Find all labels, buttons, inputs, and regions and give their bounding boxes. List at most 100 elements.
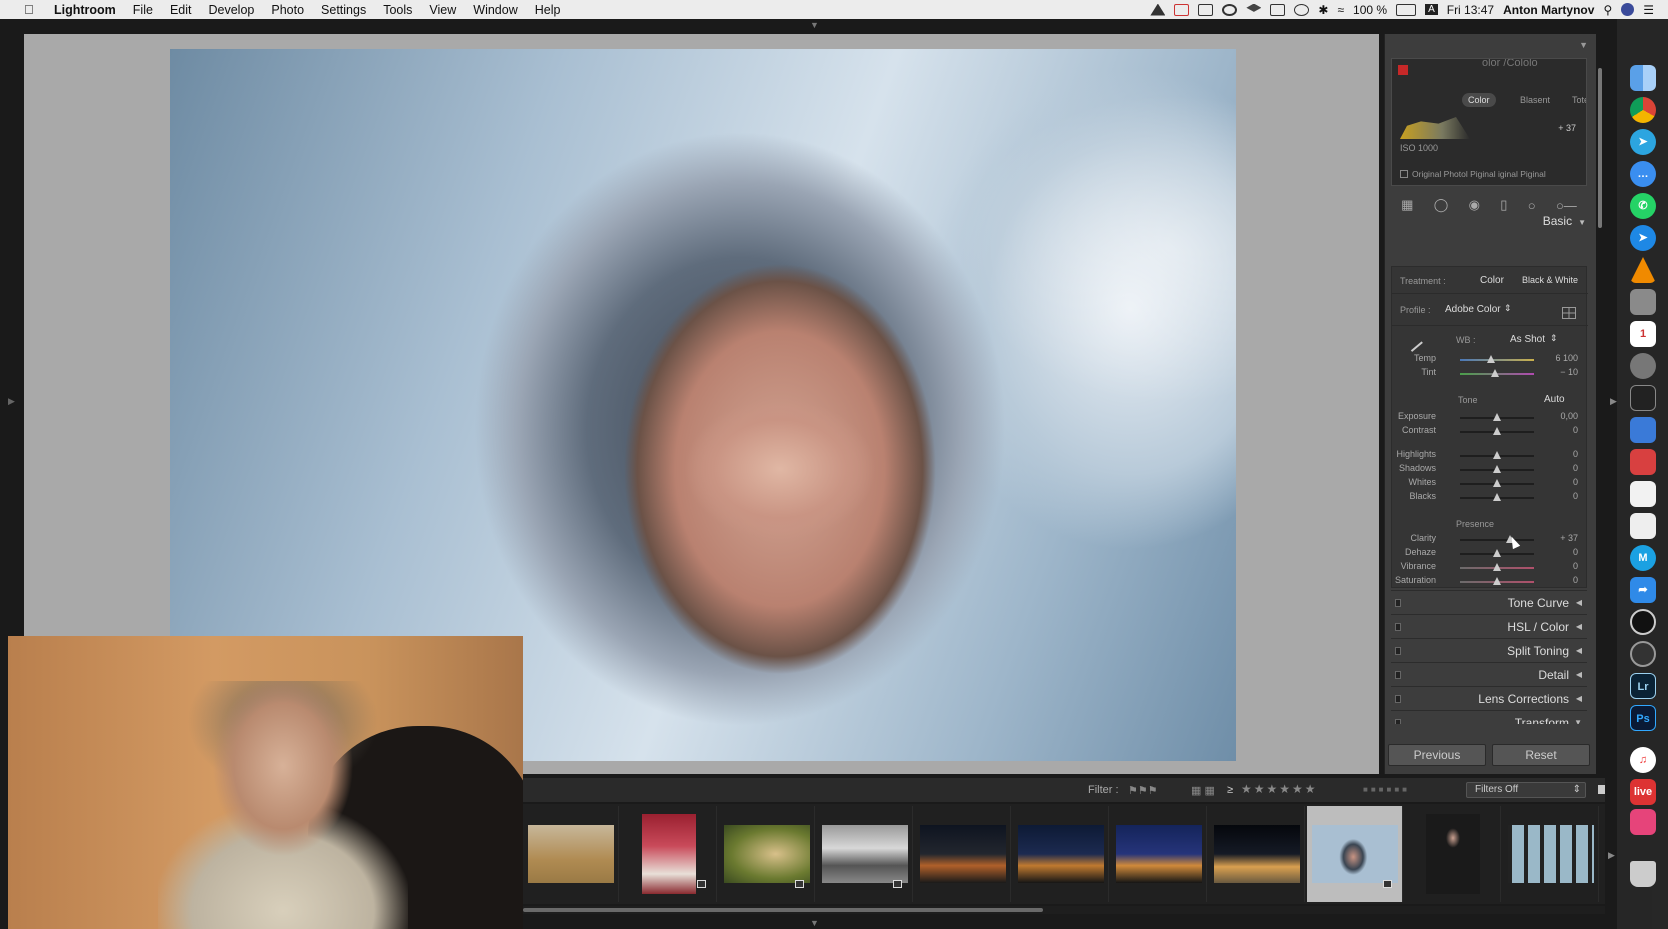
slider-value[interactable]: 0 xyxy=(1573,547,1578,557)
slider-highlights[interactable]: Highlights 0 xyxy=(1392,449,1588,463)
slider-temp[interactable]: Temp 6 100 xyxy=(1392,353,1588,367)
safari-icon[interactable]: ➤ xyxy=(1630,225,1656,251)
mail-app-icon[interactable]: M xyxy=(1630,545,1656,571)
scrollbar-thumb[interactable] xyxy=(1598,68,1602,228)
messages-icon[interactable]: … xyxy=(1630,161,1656,187)
menubar-user[interactable]: Anton Martynov xyxy=(1503,3,1594,17)
wb-dropdown-chevron-icon[interactable]: ⇕ xyxy=(1550,333,1558,344)
menu-develop[interactable]: Develop xyxy=(209,3,255,17)
slider-value[interactable]: 0 xyxy=(1573,477,1578,487)
menu-settings[interactable]: Settings xyxy=(321,3,366,17)
filmstrip-thumbnail[interactable] xyxy=(1209,806,1305,902)
bluetooth-icon[interactable]: ✱ xyxy=(1318,3,1328,17)
slider-thumb[interactable] xyxy=(1487,355,1496,363)
section-toggle-icon[interactable] xyxy=(1395,623,1401,631)
slider-value[interactable]: − 10 xyxy=(1560,367,1578,377)
menu-help[interactable]: Help xyxy=(535,3,561,17)
flag-filter-icon[interactable]: ⚑⚑⚑ xyxy=(1128,784,1158,797)
original-photo-checkbox[interactable]: Original Photol Piginal iginal Piginal xyxy=(1400,169,1546,179)
slider-value[interactable]: 6 100 xyxy=(1555,353,1578,363)
slider-whites[interactable]: Whites 0 xyxy=(1392,477,1588,491)
menu-window[interactable]: Window xyxy=(473,3,517,17)
slider-value[interactable]: + 37 xyxy=(1560,533,1578,543)
menu-view[interactable]: View xyxy=(429,3,456,17)
photo-booth-icon[interactable] xyxy=(1630,449,1656,475)
slider-value[interactable]: 0 xyxy=(1573,463,1578,473)
slider-tint[interactable]: Tint − 10 xyxy=(1392,367,1588,381)
slider-clarity[interactable]: Clarity + 37 xyxy=(1392,533,1588,547)
tone-curve-section[interactable]: Tone Curve ◀ xyxy=(1391,590,1587,614)
slider-vibrance[interactable]: Vibrance 0 xyxy=(1392,561,1588,575)
section-toggle-icon[interactable] xyxy=(1395,719,1401,724)
filmstrip-thumbnail[interactable] xyxy=(1405,806,1501,902)
split-toning-section[interactable]: Split Toning ◀ xyxy=(1391,638,1587,662)
filmstrip-thumbnail[interactable] xyxy=(1111,806,1207,902)
notes-app-icon[interactable] xyxy=(1630,289,1656,315)
slider-value[interactable]: 0,00 xyxy=(1560,411,1578,421)
filmstrip-thumbnail[interactable] xyxy=(817,806,913,902)
apple-menu-icon[interactable]:  xyxy=(24,2,44,17)
slider-thumb[interactable] xyxy=(1493,577,1501,585)
itunes-icon[interactable]: ♫ xyxy=(1630,747,1656,773)
spot-removal-icon[interactable]: ◯ xyxy=(1434,197,1449,213)
display-icon[interactable] xyxy=(1198,3,1214,16)
finder-icon[interactable] xyxy=(1630,65,1656,91)
slider-thumb[interactable] xyxy=(1493,451,1501,459)
keynote-icon[interactable] xyxy=(1630,417,1656,443)
slider-thumb[interactable] xyxy=(1493,465,1501,473)
section-toggle-icon[interactable] xyxy=(1395,647,1401,655)
chrome-icon[interactable] xyxy=(1630,97,1656,123)
filters-off-dropdown[interactable]: Filters Off ⇕ xyxy=(1466,782,1586,798)
slider-contrast[interactable]: Contrast 0 xyxy=(1392,425,1588,439)
filmstrip-scrollbar[interactable] xyxy=(523,906,1605,914)
shield-app-icon[interactable] xyxy=(1630,609,1656,635)
slider-value[interactable]: 0 xyxy=(1573,561,1578,571)
slider-track[interactable] xyxy=(1460,539,1534,541)
slider-saturation[interactable]: Saturation 0 xyxy=(1392,575,1588,589)
siri-icon[interactable] xyxy=(1621,3,1635,16)
section-toggle-icon[interactable] xyxy=(1395,599,1401,607)
detail-section[interactable]: Detail ◀ xyxy=(1391,662,1587,686)
notification-icon[interactable] xyxy=(1150,3,1166,16)
textedit-icon[interactable] xyxy=(1630,481,1656,507)
filmstrip-thumbnail[interactable] xyxy=(1503,806,1599,902)
hsl-color-section[interactable]: HSL / Color ◀ xyxy=(1391,614,1587,638)
top-panel-toggle-icon[interactable]: ▼ xyxy=(810,20,819,30)
slider-thumb[interactable] xyxy=(1490,369,1499,377)
slider-dehaze[interactable]: Dehaze 0 xyxy=(1392,547,1588,561)
treatment-bw-button[interactable]: Black & White xyxy=(1522,275,1578,285)
filmstrip-thumbnail-selected[interactable] xyxy=(1307,806,1403,902)
wb-eyedropper-icon[interactable] xyxy=(1403,332,1423,352)
edited-filter-icon[interactable]: ▦ ▦ xyxy=(1191,784,1215,797)
adjustment-brush-icon[interactable]: ○— xyxy=(1556,198,1577,213)
wb-dropdown[interactable]: As Shot xyxy=(1510,334,1545,345)
share-app-icon[interactable]: ➦ xyxy=(1630,577,1656,603)
transform-section[interactable]: Transform ▼ xyxy=(1391,710,1587,724)
live-icon[interactable] xyxy=(1174,3,1190,16)
trash-icon[interactable] xyxy=(1630,861,1656,887)
capture-app-icon[interactable] xyxy=(1630,641,1656,667)
slider-value[interactable]: 0 xyxy=(1573,425,1578,435)
battery-icon[interactable] xyxy=(1396,3,1417,16)
menu-photo[interactable]: Photo xyxy=(271,3,304,17)
filmstrip-thumbnail[interactable] xyxy=(915,806,1011,902)
menubar-clock[interactable]: Fri 13:47 xyxy=(1447,3,1494,17)
input-source-icon[interactable]: A xyxy=(1425,4,1438,15)
reset-button[interactable]: Reset xyxy=(1492,744,1590,766)
scrollbar-thumb[interactable] xyxy=(523,908,1043,912)
dropbox-icon[interactable] xyxy=(1246,3,1262,12)
histogram-tab-tote[interactable]: Tote xyxy=(1566,93,1586,107)
slider-shadows[interactable]: Shadows 0 xyxy=(1392,463,1588,477)
filter-lock-icon[interactable] xyxy=(1598,785,1605,794)
telegram-icon[interactable]: ➤ xyxy=(1630,129,1656,155)
profile-dropdown[interactable]: Adobe Color xyxy=(1445,304,1501,315)
graduated-filter-icon[interactable]: ▯ xyxy=(1500,197,1507,213)
crop-overlay-icon[interactable]: ▦ xyxy=(1401,197,1413,213)
section-toggle-icon[interactable] xyxy=(1395,671,1401,679)
filmstrip-thumbnail[interactable] xyxy=(523,806,619,902)
slider-value[interactable]: 0 xyxy=(1573,575,1578,585)
slider-thumb[interactable] xyxy=(1493,413,1501,421)
rating-filter-stars[interactable]: ★★★★★★ xyxy=(1241,782,1318,796)
filmstrip-toggle-icon[interactable]: ▼ xyxy=(810,918,819,928)
system-preferences-icon[interactable] xyxy=(1630,353,1656,379)
